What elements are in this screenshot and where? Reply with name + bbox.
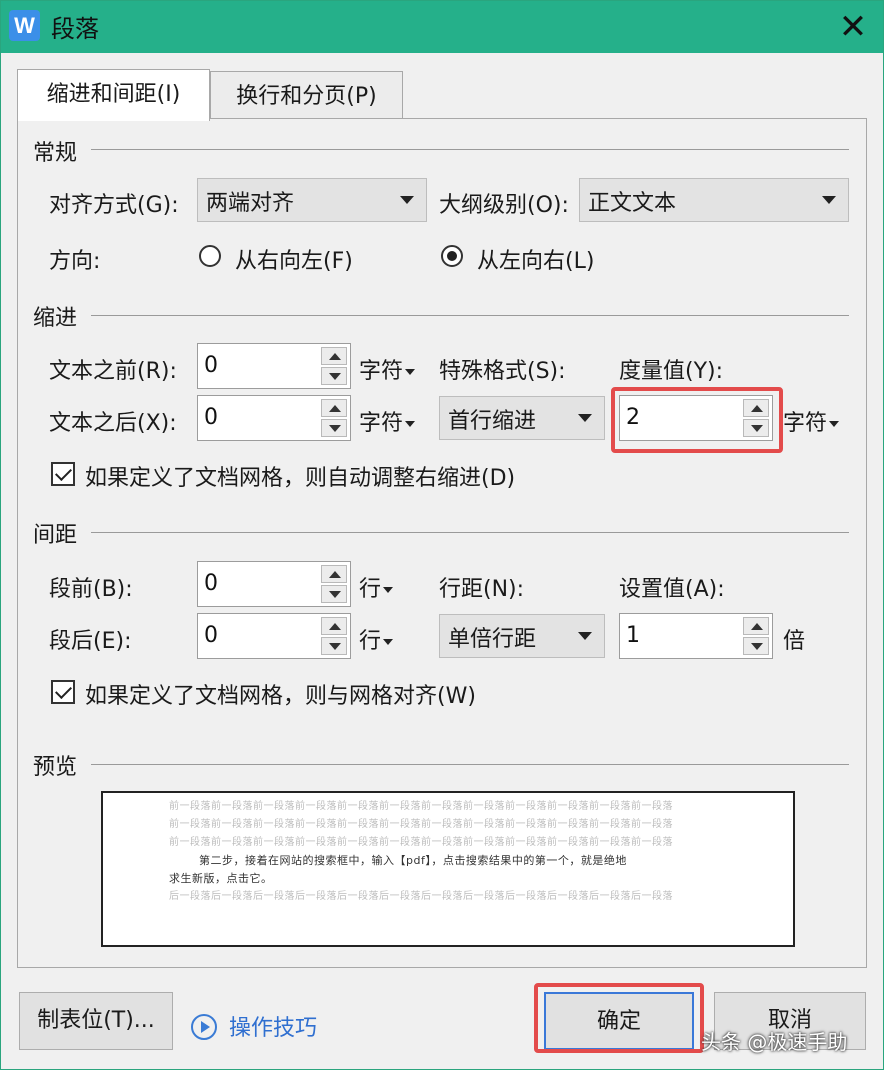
section-spacing-title: 间距: [33, 523, 78, 548]
space-after-spinner[interactable]: [197, 613, 351, 659]
increment-arrow-icon[interactable]: [743, 399, 769, 417]
increment-arrow-icon[interactable]: [743, 617, 769, 635]
unit-label: 行: [359, 629, 382, 654]
alignment-select[interactable]: 两端对齐: [197, 178, 427, 222]
chevron-down-icon: [822, 196, 836, 204]
set-value-label: 设置值(A):: [619, 577, 725, 602]
set-value-spinner[interactable]: [619, 613, 773, 659]
space-after-label: 段后(E):: [49, 629, 132, 654]
indent-after-label: 文本之后(X):: [49, 411, 177, 436]
dialog-title: 段落: [51, 15, 99, 43]
indent-after-input[interactable]: [200, 398, 310, 436]
decrement-arrow-icon[interactable]: [321, 637, 347, 655]
close-button[interactable]: ✕: [829, 5, 877, 49]
indent-before-label: 文本之前(R):: [49, 359, 177, 384]
preview-next-paragraph-line: 后一段落后一段落后一段落后一段落后一段落后一段落后一段落后一段落后一段落后一段落…: [169, 891, 673, 902]
decrement-arrow-icon[interactable]: [321, 419, 347, 437]
paragraph-dialog: W 段落 ✕ 缩进和间距(I) 换行和分页(P) 常规 对齐方式(G): 两端对…: [0, 0, 884, 1070]
space-before-label: 段前(B):: [49, 577, 133, 602]
auto-adjust-right-indent-label[interactable]: 如果定义了文档网格，则自动调整右缩进(D): [85, 460, 515, 492]
cancel-button[interactable]: 取消: [714, 992, 866, 1050]
preview-current-paragraph-line: 求生新版，点击它。: [169, 872, 273, 885]
preview-prev-paragraph-line: 前一段落前一段落前一段落前一段落前一段落前一段落前一段落前一段落前一段落前一段落…: [169, 801, 673, 812]
section-indent-title: 缩进: [33, 306, 78, 331]
section-divider: [91, 149, 849, 150]
tips-link[interactable]: 操作技巧: [229, 1010, 317, 1042]
close-icon: ✕: [838, 7, 868, 47]
ok-button[interactable]: 确定: [544, 992, 694, 1050]
chevron-down-icon: [578, 632, 592, 640]
section-general-title: 常规: [33, 141, 78, 166]
section-divider: [91, 764, 849, 765]
unit-label: 字符: [783, 411, 828, 436]
section-divider: [91, 315, 849, 316]
increment-arrow-icon[interactable]: [321, 617, 347, 635]
space-before-input[interactable]: [200, 564, 310, 602]
space-before-spinner[interactable]: [197, 561, 351, 607]
space-after-input[interactable]: [200, 616, 310, 654]
indent-before-input[interactable]: [200, 346, 310, 384]
special-format-value: 首行缩进: [448, 409, 537, 434]
direction-label: 方向:: [49, 249, 101, 274]
dropdown-arrow-icon: [829, 421, 840, 427]
indent-after-unit-dropdown[interactable]: 字符: [359, 405, 416, 437]
title-bar: W 段落 ✕: [1, 1, 883, 53]
measure-label: 度量值(Y):: [619, 359, 724, 384]
outline-level-label: 大纲级别(O):: [439, 193, 569, 218]
unit-label: 字符: [359, 359, 404, 384]
rtl-radio[interactable]: [199, 245, 221, 267]
snap-to-grid-label[interactable]: 如果定义了文档网格，则与网格对齐(W): [85, 678, 476, 710]
indent-before-unit-dropdown[interactable]: 字符: [359, 353, 416, 385]
special-format-label: 特殊格式(S):: [439, 359, 566, 384]
space-before-unit-dropdown[interactable]: 行: [359, 571, 394, 603]
space-after-unit-dropdown[interactable]: 行: [359, 623, 394, 655]
measure-unit-dropdown[interactable]: 字符: [783, 405, 840, 437]
decrement-arrow-icon[interactable]: [743, 637, 769, 655]
snap-to-grid-checkbox[interactable]: [51, 680, 75, 704]
alignment-label: 对齐方式(G):: [49, 193, 179, 218]
section-preview-title: 预览: [33, 755, 78, 780]
tab-indent-spacing[interactable]: 缩进和间距(I): [17, 69, 210, 121]
increment-arrow-icon[interactable]: [321, 565, 347, 583]
decrement-arrow-icon[interactable]: [321, 585, 347, 603]
line-spacing-label: 行距(N):: [439, 577, 525, 602]
tab-line-page-breaks[interactable]: 换行和分页(P): [210, 71, 403, 119]
measure-input[interactable]: [622, 398, 732, 436]
unit-label: 字符: [359, 411, 404, 436]
ltr-radio[interactable]: [441, 245, 463, 267]
indent-before-spinner[interactable]: [197, 343, 351, 389]
preview-current-paragraph-line: 第二步，接着在网站的搜索框中，输入【pdf】，点击搜索结果中的第一个，就是绝地: [199, 854, 627, 867]
chevron-down-icon: [400, 196, 414, 204]
preview-prev-paragraph-line: 前一段落前一段落前一段落前一段落前一段落前一段落前一段落前一段落前一段落前一段落…: [169, 837, 673, 848]
chevron-down-icon: [578, 414, 592, 422]
decrement-arrow-icon[interactable]: [321, 367, 347, 385]
alignment-value: 两端对齐: [206, 191, 295, 216]
wps-writer-icon: W: [9, 10, 40, 41]
line-spacing-select[interactable]: 单倍行距: [439, 614, 605, 658]
special-format-select[interactable]: 首行缩进: [439, 396, 605, 440]
increment-arrow-icon[interactable]: [321, 399, 347, 417]
increment-arrow-icon[interactable]: [321, 347, 347, 365]
tab-stops-button[interactable]: 制表位(T)...: [19, 992, 173, 1050]
outline-level-select[interactable]: 正文文本: [579, 178, 849, 222]
line-spacing-value: 单倍行距: [448, 627, 537, 652]
rtl-label[interactable]: 从右向左(F): [235, 243, 353, 275]
measure-spinner[interactable]: [619, 395, 773, 441]
set-value-unit: 倍: [783, 629, 806, 654]
set-value-input[interactable]: [622, 616, 732, 654]
decrement-arrow-icon[interactable]: [743, 419, 769, 437]
dropdown-arrow-icon: [405, 369, 416, 375]
section-divider: [91, 532, 849, 533]
ltr-label[interactable]: 从左向右(L): [477, 243, 594, 275]
dropdown-arrow-icon: [383, 639, 394, 645]
play-circle-icon[interactable]: [191, 1014, 217, 1040]
outline-level-value: 正文文本: [588, 191, 677, 216]
auto-adjust-right-indent-checkbox[interactable]: [51, 462, 75, 486]
dropdown-arrow-icon: [405, 421, 416, 427]
preview-prev-paragraph-line: 前一段落前一段落前一段落前一段落前一段落前一段落前一段落前一段落前一段落前一段落…: [169, 819, 673, 830]
unit-label: 行: [359, 577, 382, 602]
indent-after-spinner[interactable]: [197, 395, 351, 441]
dropdown-arrow-icon: [383, 587, 394, 593]
paragraph-preview: 前一段落前一段落前一段落前一段落前一段落前一段落前一段落前一段落前一段落前一段落…: [101, 791, 795, 947]
